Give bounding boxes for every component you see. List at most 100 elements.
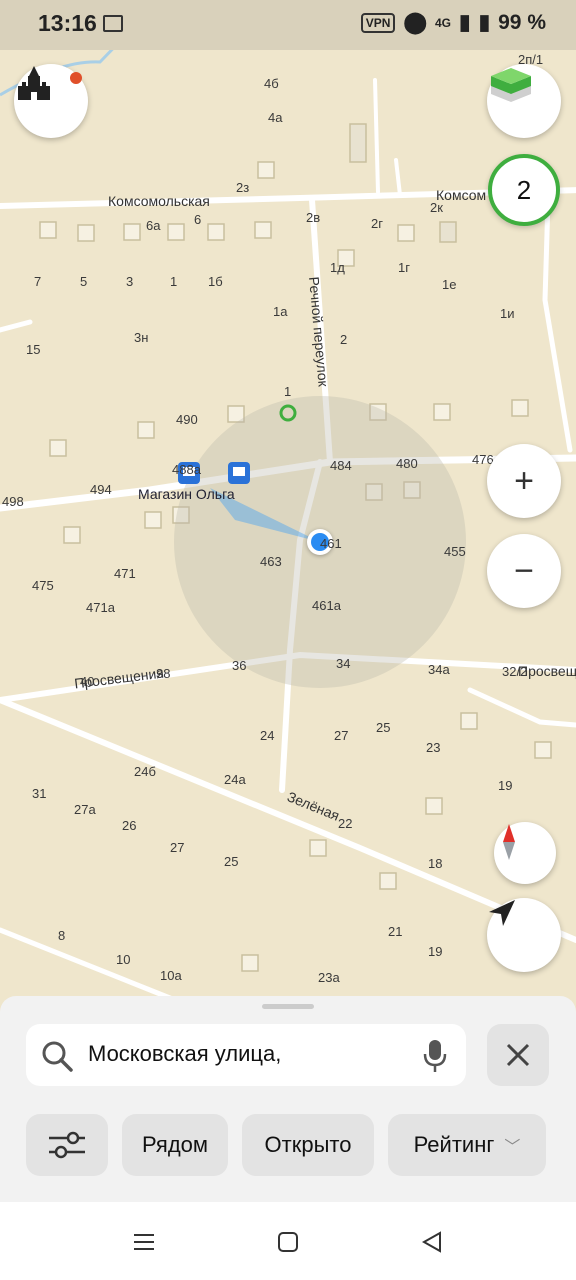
house-number: 1а [273, 304, 288, 319]
clear-search-button[interactable] [487, 1024, 549, 1086]
layers-icon [491, 68, 531, 102]
house-number: 7 [34, 274, 42, 289]
house-number: 6 [194, 212, 202, 227]
chip-open[interactable]: Открыто [242, 1114, 374, 1176]
chevron-down-icon: ﹀ [504, 1139, 521, 1156]
signal-icon: ▮ [459, 11, 471, 34]
place-marker-icon[interactable] [279, 404, 297, 422]
house-number: 15 [26, 342, 41, 357]
house-number: 2г [371, 216, 383, 231]
house-number: 34 [336, 656, 351, 671]
house-number: 10а [160, 968, 182, 983]
house-number: 461а [312, 598, 341, 613]
network-label: 4G [434, 15, 451, 30]
house-number: 475 [32, 578, 54, 593]
house-number: 36 [232, 658, 247, 673]
house-number: 24б [134, 764, 156, 779]
house-number: 2в [306, 210, 321, 225]
status-bar: 13:16 VPN ⬤ 4G ▮ ▮ 99 % [0, 0, 576, 50]
house-number: 24а [224, 772, 246, 787]
house-number: 498 [2, 494, 24, 509]
house-number: 32/2 [502, 664, 528, 679]
house-number: 494 [90, 482, 112, 497]
plus-icon: + [514, 461, 534, 500]
system-nav-bar [0, 1202, 576, 1280]
house-number: 2з [236, 180, 250, 195]
landmarks-button[interactable] [14, 64, 88, 138]
house-number: 25 [224, 854, 239, 869]
house-number: 23а [318, 970, 340, 985]
back-icon[interactable] [420, 1230, 444, 1254]
battery-level: 99 % [498, 10, 546, 34]
house-number: 3 [126, 274, 134, 289]
chip-nearby[interactable]: Рядом [122, 1114, 228, 1176]
house-number: 484 [330, 458, 352, 473]
house-number: 21 [388, 924, 403, 939]
house-number: 19 [428, 944, 443, 959]
bus-stop-label[interactable]: Магазин Ольга [138, 486, 235, 502]
house-number: 5 [80, 274, 88, 289]
microphone-icon[interactable] [422, 1038, 448, 1074]
notification-dot [70, 72, 82, 84]
search-input[interactable]: Московская улица, [88, 1041, 281, 1067]
house-number: 2к [430, 200, 443, 215]
house-number: 471а [86, 600, 115, 615]
chip-rating[interactable]: Рейтинг ﹀ [388, 1114, 546, 1176]
vpn-badge: VPN [360, 12, 396, 33]
location-icon: ⬤ [403, 11, 427, 34]
house-number: 38 [156, 666, 171, 681]
house-number: 27 [334, 728, 349, 743]
chip-nearby-label: Рядом [141, 1132, 209, 1157]
house-number: 2 [340, 332, 348, 347]
house-number: 27а [74, 802, 96, 817]
house-number: 25 [376, 720, 391, 735]
navigation-arrow-icon [489, 900, 515, 926]
chip-open-label: Открыто [264, 1132, 352, 1157]
house-number: 26 [122, 818, 137, 833]
cluster-count-badge[interactable]: 2 [488, 154, 560, 226]
street-label: Комсомольская [108, 193, 210, 209]
house-number: 1и [500, 306, 515, 321]
zoom-in-button[interactable]: + [487, 444, 561, 518]
church-icon [18, 66, 50, 100]
house-number: 3н [134, 330, 149, 345]
house-number: 19 [498, 778, 513, 793]
house-number: 24 [260, 728, 275, 743]
search-bar[interactable]: Московская улица, [26, 1024, 466, 1086]
house-number: 4а [268, 110, 283, 125]
house-number: 34а [428, 662, 450, 677]
house-number: 455 [444, 544, 466, 559]
minus-icon: − [514, 551, 534, 590]
house-number: 471 [114, 566, 136, 581]
my-location-button[interactable] [487, 898, 561, 972]
menu-icon[interactable] [132, 1232, 156, 1252]
house-number: 1 [284, 384, 292, 399]
home-icon[interactable] [276, 1230, 300, 1254]
house-number: 461 [320, 536, 342, 551]
filter-sliders-icon [49, 1131, 85, 1159]
house-number: 1е [442, 277, 457, 292]
house-number: 1г [398, 260, 410, 275]
house-number: 40 [80, 674, 95, 689]
zoom-out-button[interactable]: − [487, 534, 561, 608]
street-label: Комсом [436, 187, 487, 203]
compass-button[interactable] [494, 822, 556, 884]
house-number: 23 [426, 740, 441, 755]
house-number: 488а [172, 462, 201, 477]
drag-handle[interactable] [262, 1004, 314, 1009]
house-number: 8 [58, 928, 66, 943]
house-number: 31 [32, 786, 47, 801]
house-number: 22 [338, 816, 353, 831]
house-number: 490 [176, 412, 198, 427]
filters-button[interactable] [26, 1114, 108, 1176]
house-number: 1б [208, 274, 223, 289]
house-number: 463 [260, 554, 282, 569]
house-number: 18 [428, 856, 443, 871]
layers-button[interactable] [487, 64, 561, 138]
bus-stop-icon[interactable] [228, 462, 250, 484]
compass-icon [503, 824, 515, 860]
house-number: 1 [170, 274, 178, 289]
battery-icon: ▮ [478, 11, 491, 34]
house-number: 1д [330, 260, 345, 275]
house-number: 27 [170, 840, 185, 855]
